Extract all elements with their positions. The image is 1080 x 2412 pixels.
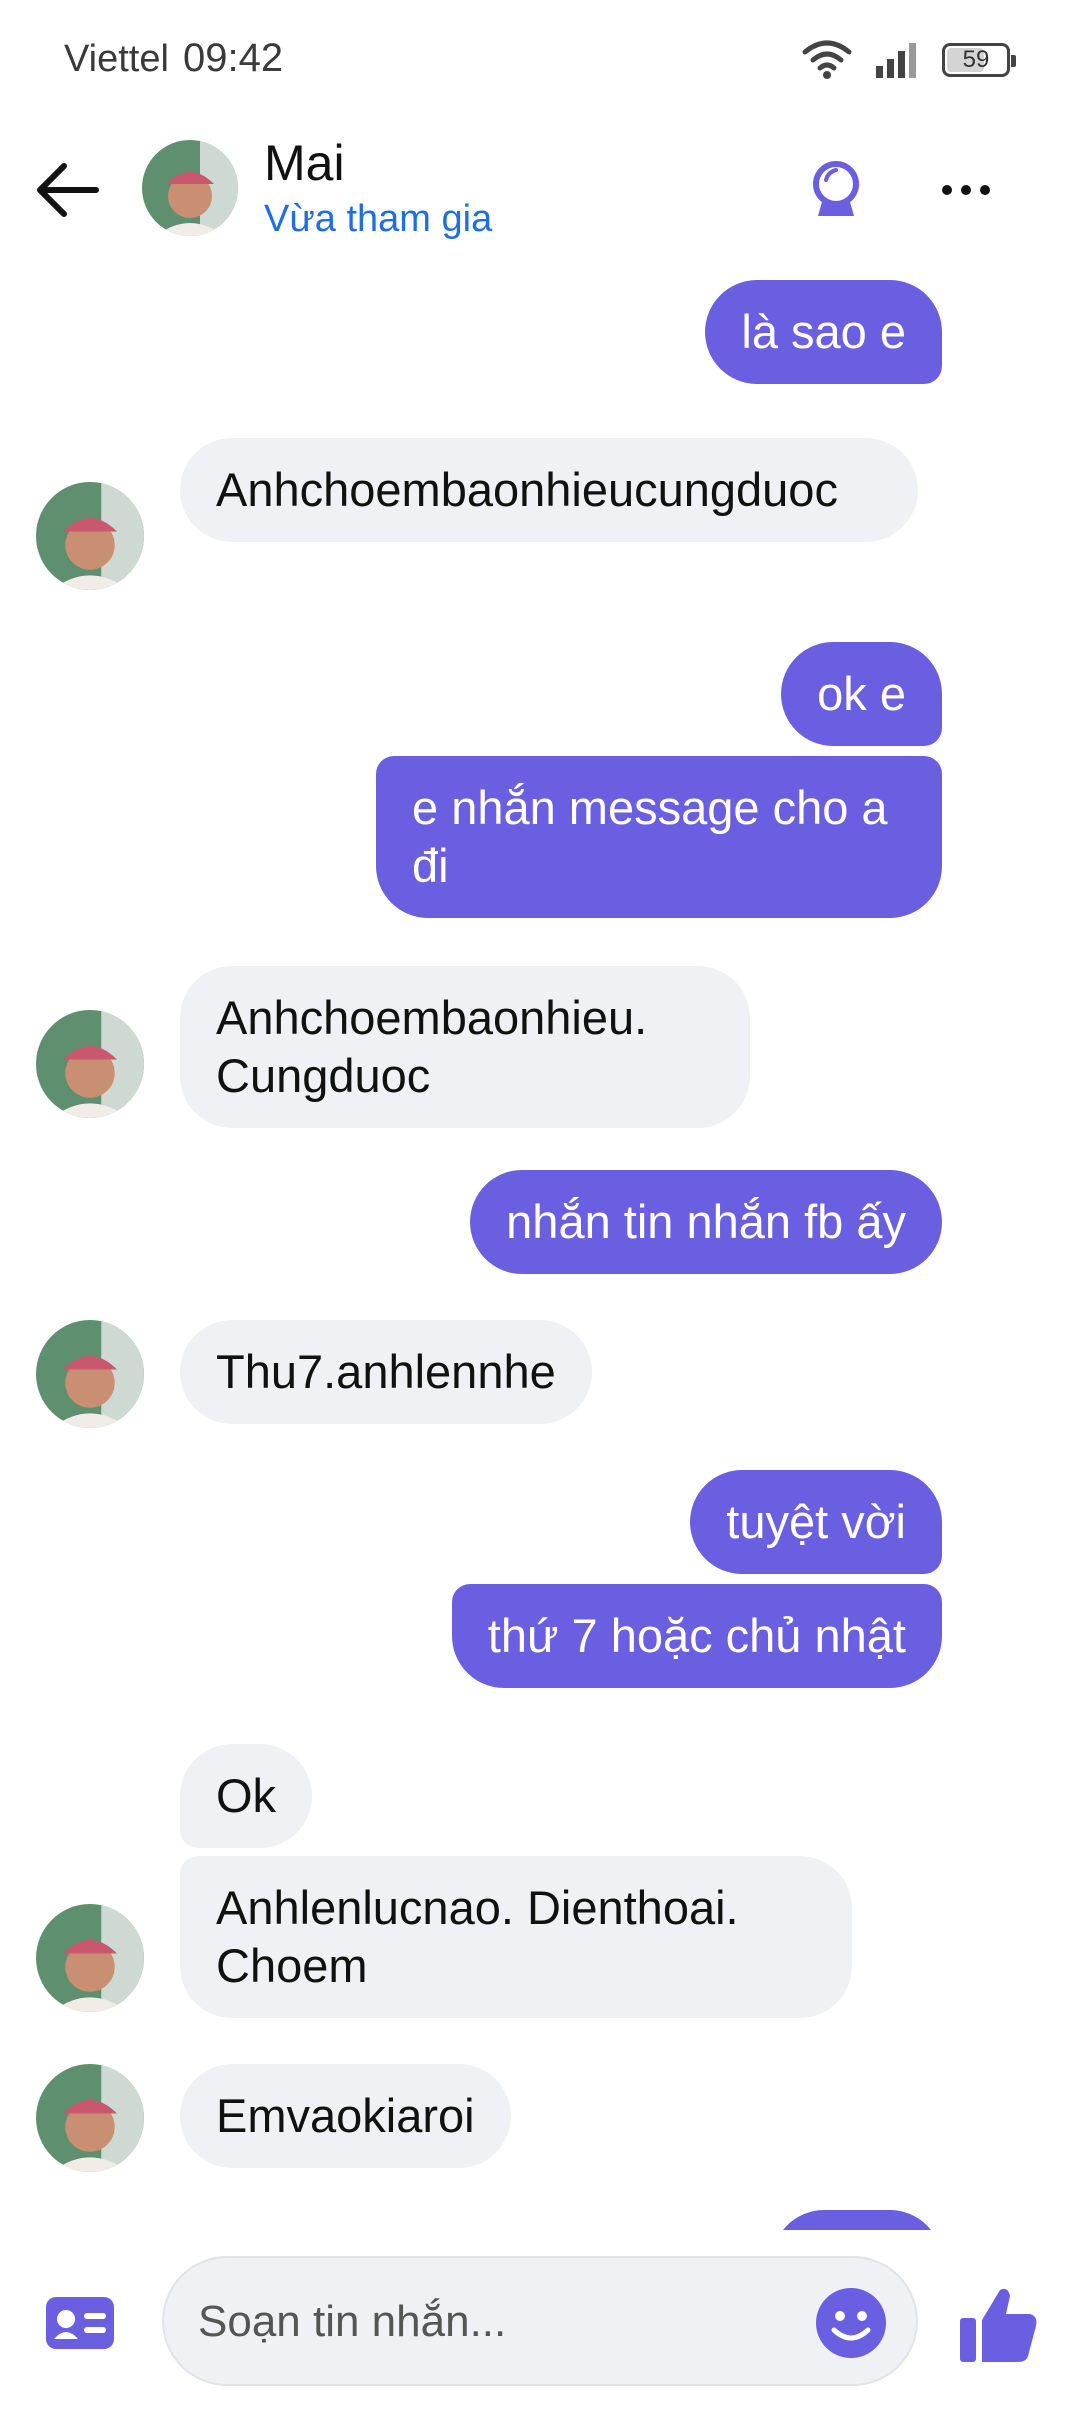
battery-icon: 59 [942, 43, 1016, 77]
message-bubble[interactable]: ok e [781, 642, 942, 746]
avatar[interactable] [36, 1010, 144, 1118]
contact-card-button[interactable] [42, 2290, 118, 2356]
wifi-icon [802, 40, 852, 79]
battery-level: 59 [962, 46, 990, 73]
message-bubble[interactable]: Emvaokiaroi [180, 2064, 511, 2168]
message-bubble[interactable]: Ok [180, 1744, 313, 1848]
status-time: 09:42 [183, 36, 284, 80]
message-composer [0, 2230, 1080, 2412]
contact-name[interactable]: Mai [264, 134, 345, 192]
message-bubble[interactable]: Anhchoembaonhieu. Cungduoc [180, 966, 750, 1128]
message-bubble[interactable]: là sao e [705, 280, 942, 384]
status-icons: 59 [802, 40, 1016, 80]
avatar-image [36, 1320, 144, 1428]
chat-messages[interactable]: là sao e Anhchoembaonhieucungduoc ok e e… [0, 270, 1080, 2230]
avatar-image [36, 482, 144, 590]
like-button[interactable] [956, 2282, 1040, 2366]
thumbs-up-icon [960, 2288, 1037, 2362]
carrier-name: Viettel [64, 38, 169, 80]
signal-icon [876, 43, 916, 78]
avatar[interactable] [36, 1320, 144, 1428]
avatar[interactable] [142, 140, 238, 236]
back-arrow-icon [37, 163, 99, 217]
more-options-button[interactable] [926, 150, 1006, 230]
back-button[interactable] [28, 150, 108, 230]
contact-card-icon [46, 2297, 114, 2349]
emoji-icon [816, 2288, 886, 2358]
avatar[interactable] [36, 482, 144, 590]
message-bubble[interactable]: Thu7.anhlennhe [180, 1320, 592, 1424]
chat-header: Mai Vừa tham gia [0, 120, 1080, 260]
avatar-image [36, 1904, 144, 2012]
avatar-image [36, 2064, 144, 2172]
message-bubble[interactable]: Anhlenlucnao. Dienthoai. Choem [180, 1856, 852, 2018]
avatar-image [142, 140, 238, 236]
message-bubble[interactable]: thứ 7 hoặc chủ nhật [451, 1584, 942, 1688]
avatar-image [36, 1010, 144, 1118]
message-bubble[interactable]: Anhchoembaonhieucungduoc [180, 438, 918, 542]
crystal-ball-button[interactable] [796, 150, 876, 230]
more-icon [942, 185, 990, 195]
message-bubble[interactable]: tuyệt vời [690, 1470, 942, 1574]
message-bubble-partial[interactable] [772, 2210, 942, 2230]
status-bar: Viettel 09:42 59 [0, 0, 1080, 120]
message-bubble[interactable]: nhắn tin nhắn fb ấy [470, 1170, 942, 1274]
message-bubble[interactable]: e nhắn message cho a đi [376, 756, 942, 918]
avatar[interactable] [36, 2064, 144, 2172]
emoji-button[interactable] [814, 2286, 888, 2360]
contact-status: Vừa tham gia [264, 198, 493, 240]
message-input-box[interactable] [162, 2256, 918, 2386]
message-input[interactable] [198, 2288, 758, 2356]
avatar[interactable] [36, 1904, 144, 2012]
crystal-ball-icon [813, 161, 859, 216]
